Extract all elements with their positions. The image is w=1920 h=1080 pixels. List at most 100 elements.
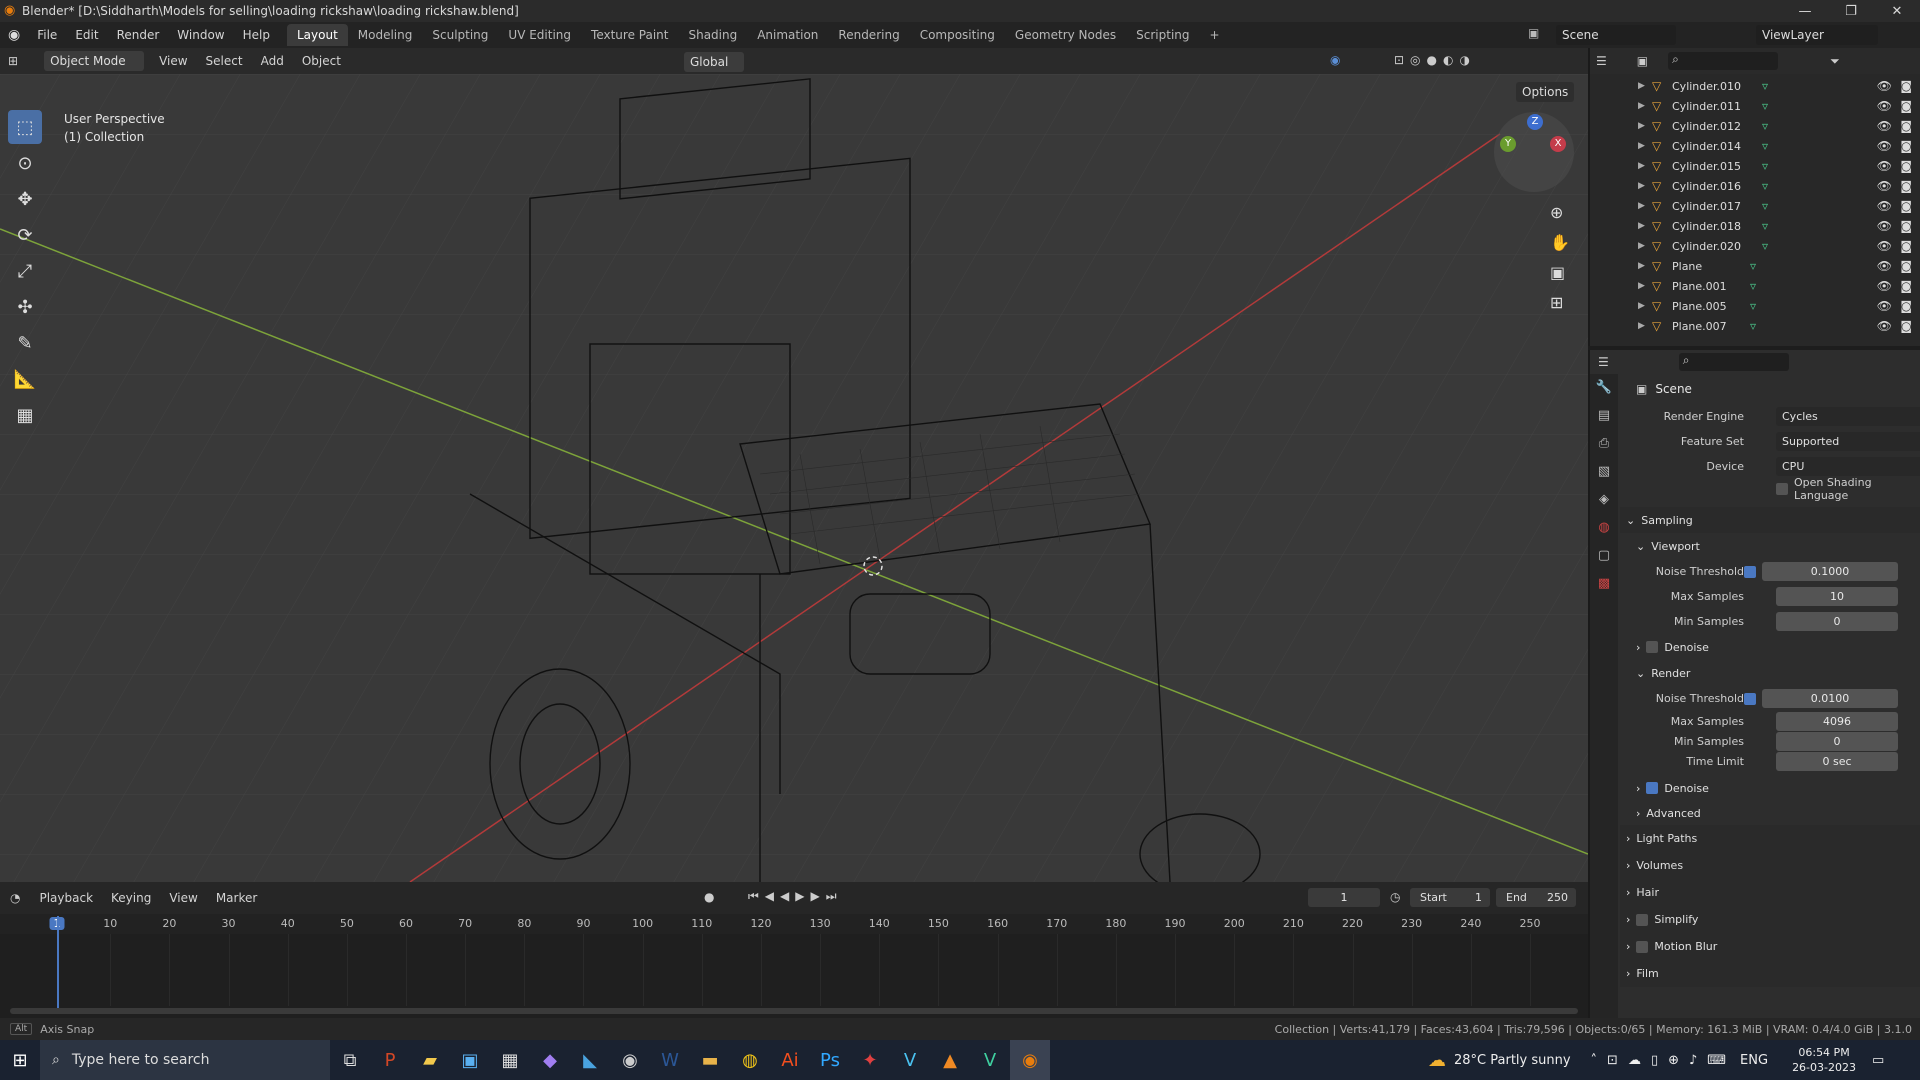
menu-render[interactable]: Render	[108, 28, 169, 42]
world-tab-icon[interactable]: ◍	[1590, 514, 1618, 542]
output-tab-icon[interactable]: ⎙	[1590, 430, 1618, 458]
chrome-icon[interactable]: ◍	[730, 1040, 770, 1080]
expand-arrow-icon[interactable]: ▶	[1638, 301, 1645, 311]
annotate-icon[interactable]: ✎	[8, 326, 42, 360]
render-engine-dropdown[interactable]: Cycles	[1776, 407, 1920, 426]
sampling-section[interactable]: Sampling	[1641, 514, 1693, 527]
add-cube-icon[interactable]: ▦	[8, 398, 42, 432]
expand-arrow-icon[interactable]: ▶	[1638, 241, 1645, 251]
visibility-eye-icon[interactable]: 👁	[1877, 259, 1892, 273]
visibility-eye-icon[interactable]: 👁	[1877, 179, 1892, 193]
render-camera-icon[interactable]: ◙	[1900, 299, 1912, 313]
properties-search-input[interactable]: ⌕	[1678, 353, 1789, 371]
render-camera-icon[interactable]: ◙	[1900, 239, 1912, 253]
simplify-section[interactable]: Simplify	[1654, 913, 1698, 926]
sampling-chevron-icon[interactable]: ⌄	[1626, 514, 1635, 527]
expand-arrow-icon[interactable]: ▶	[1638, 181, 1645, 191]
taskbar-search[interactable]: ⌕ Type here to search	[40, 1040, 330, 1080]
tab-modeling[interactable]: Modeling	[348, 24, 423, 46]
outliner-row[interactable]: ▶ ▽ Cylinder.012 ▿ 👁 ◙	[1590, 116, 1920, 136]
app-icon-2[interactable]: ◣	[570, 1040, 610, 1080]
tab-texture-paint[interactable]: Texture Paint	[581, 24, 678, 46]
powerpoint-icon[interactable]: P	[370, 1040, 410, 1080]
outliner-row[interactable]: ▶ ▽ Cylinder.015 ▿ 👁 ◙	[1590, 156, 1920, 176]
menu-help[interactable]: Help	[234, 28, 279, 42]
r-denoise-chevron-icon[interactable]: ›	[1636, 782, 1640, 795]
render-camera-icon[interactable]: ◙	[1900, 219, 1912, 233]
language-indicator[interactable]: ENG	[1740, 1053, 1768, 1068]
playhead[interactable]	[57, 916, 59, 1008]
visibility-eye-icon[interactable]: 👁	[1877, 159, 1892, 173]
expand-arrow-icon[interactable]: ▶	[1638, 281, 1645, 291]
close-button[interactable]: ✕	[1874, 0, 1920, 22]
tab-geometry-nodes[interactable]: Geometry Nodes	[1005, 24, 1126, 46]
expand-arrow-icon[interactable]: ▶	[1638, 161, 1645, 171]
app-icon-7[interactable]: V	[970, 1040, 1010, 1080]
render-camera-icon[interactable]: ◙	[1900, 79, 1912, 93]
mode-selector[interactable]: Object Mode	[44, 51, 145, 71]
word-icon[interactable]: W	[650, 1040, 690, 1080]
app-icon-5[interactable]: ✦	[850, 1040, 890, 1080]
minimize-button[interactable]: —	[1782, 0, 1828, 22]
r-noise-checkbox[interactable]	[1744, 692, 1756, 705]
ortho-grid-icon[interactable]: ⊞	[1550, 288, 1570, 318]
visibility-eye-icon[interactable]: 👁	[1877, 119, 1892, 133]
advanced-section[interactable]: Advanced	[1646, 807, 1700, 820]
zoom-icon[interactable]: ⊕	[1550, 198, 1570, 228]
outliner-row[interactable]: ▶ ▽ Plane.001 ▿ 👁 ◙	[1590, 276, 1920, 296]
hair-section[interactable]: Hair	[1636, 886, 1659, 899]
viewport-menu-object[interactable]: Object	[293, 54, 350, 68]
render-camera-icon[interactable]: ◙	[1900, 119, 1912, 133]
gizmo-x-axis[interactable]: X	[1550, 136, 1566, 152]
tab-compositing[interactable]: Compositing	[910, 24, 1005, 46]
advanced-chevron-icon[interactable]: ›	[1636, 807, 1640, 820]
timeline-menu-playback[interactable]: Playback	[30, 891, 102, 905]
editor-type-icon[interactable]: ⊞	[0, 54, 26, 68]
pan-hand-icon[interactable]: ✋	[1550, 228, 1570, 258]
vp-noise-checkbox[interactable]	[1744, 565, 1756, 578]
expand-arrow-icon[interactable]: ▶	[1638, 261, 1645, 271]
store-icon[interactable]: ▣	[450, 1040, 490, 1080]
outliner-row[interactable]: ▶ ▽ Plane ▿ 👁 ◙	[1590, 256, 1920, 276]
maximize-button[interactable]: ❐	[1828, 0, 1874, 22]
tab-shading[interactable]: Shading	[678, 24, 747, 46]
render-camera-icon[interactable]: ◙	[1900, 179, 1912, 193]
file-explorer-icon[interactable]: ▰	[410, 1040, 450, 1080]
vp-noise-field[interactable]: 0.1000	[1762, 562, 1898, 581]
cursor-icon[interactable]: ⊙	[8, 146, 42, 180]
viewlayer-selector[interactable]: ViewLayer	[1756, 25, 1878, 45]
outliner-row[interactable]: ▶ ▽ Plane.005 ▿ 👁 ◙	[1590, 296, 1920, 316]
move-icon[interactable]: ✥	[8, 182, 42, 216]
photoshop-icon[interactable]: Ps	[810, 1040, 850, 1080]
viewport-menu-select[interactable]: Select	[197, 54, 252, 68]
timeline-menu-marker[interactable]: Marker	[207, 891, 266, 905]
tab-scripting[interactable]: Scripting	[1126, 24, 1199, 46]
expand-arrow-icon[interactable]: ▶	[1638, 221, 1645, 231]
vp-min-samples-field[interactable]: 0	[1776, 612, 1898, 631]
timeline-menu-keying[interactable]: Keying	[102, 891, 160, 905]
render-camera-icon[interactable]: ◙	[1900, 139, 1912, 153]
illustrator-icon[interactable]: Ai	[770, 1040, 810, 1080]
outliner-row[interactable]: ▶ ▽ Plane.007 ▿ 👁 ◙	[1590, 316, 1920, 336]
app-icon-4[interactable]: ▬	[690, 1040, 730, 1080]
properties-editor[interactable]: ☰ ⌕ 🔧 ▤ ⎙ ▧ ◈ ◍ ▢ ▩ ▣ Scene Render Engine…	[1588, 350, 1920, 1018]
outliner[interactable]: ☰ ▣ ⌕ ⏷ ▶ ▽ Cylinder.010 ▿ 👁 ◙ ▶ ▽ Cylinder.011 ▿…	[1588, 48, 1920, 346]
outliner-row[interactable]: ▶ ▽ Cylinder.011 ▿ 👁 ◙	[1590, 96, 1920, 116]
calendar-icon[interactable]: ▦	[490, 1040, 530, 1080]
frame-ruler[interactable]: 1102030405060708090100110120130140150160…	[0, 914, 1588, 1006]
tab-animation[interactable]: Animation	[747, 24, 828, 46]
add-workspace-button[interactable]: +	[1200, 24, 1230, 46]
viewport-subsection[interactable]: Viewport	[1651, 540, 1700, 553]
measure-icon[interactable]: 📐	[8, 362, 42, 396]
film-section[interactable]: Film	[1636, 967, 1658, 980]
app-icon-6[interactable]: V	[890, 1040, 930, 1080]
volumes-section[interactable]: Volumes	[1636, 859, 1683, 872]
tool-tab-icon[interactable]: 🔧	[1590, 374, 1618, 402]
expand-arrow-icon[interactable]: ▶	[1638, 141, 1645, 151]
current-frame-field[interactable]: 1	[1308, 888, 1380, 907]
outliner-row[interactable]: ▶ ▽ Cylinder.016 ▿ 👁 ◙	[1590, 176, 1920, 196]
3d-viewport[interactable]: User Perspective (1) Collection Options …	[0, 74, 1588, 882]
simplify-checkbox[interactable]	[1636, 913, 1649, 926]
expand-arrow-icon[interactable]: ▶	[1638, 201, 1645, 211]
record-icon[interactable]: ●	[704, 890, 714, 904]
